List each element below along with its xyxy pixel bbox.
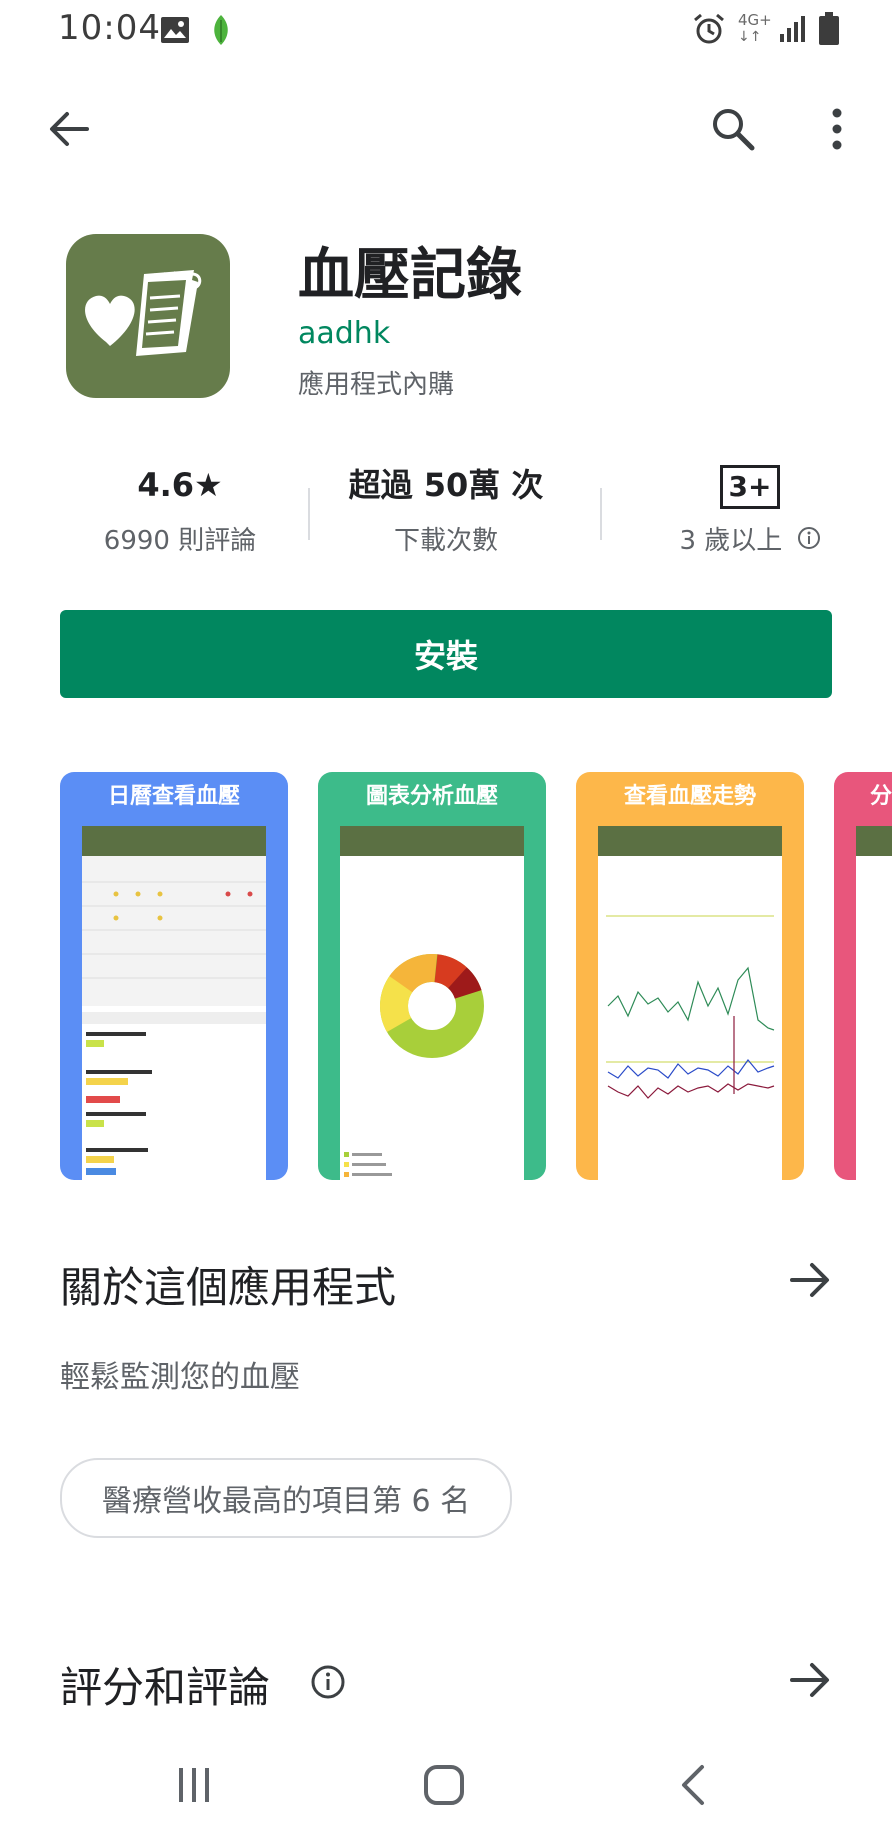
screenshot-screen: [340, 826, 524, 1180]
ratings-title: 評分和評論: [60, 1663, 271, 1712]
about-description: 輕鬆監測您的血壓: [60, 1360, 300, 1395]
battery-icon: [818, 12, 840, 50]
back-arrow-icon: [50, 112, 89, 146]
rating-stat[interactable]: 4.6★ 6990 則評論: [60, 460, 300, 557]
screenshot-screen: [598, 826, 782, 1180]
downloads-value: 超過 50萬 次: [348, 466, 544, 504]
downloads-stat: 超過 50萬 次 下載次數: [326, 460, 566, 557]
stat-divider: [600, 488, 602, 540]
image-icon: [160, 16, 190, 48]
screenshot-screen: [82, 826, 266, 1180]
nav-back-button[interactable]: [654, 1750, 734, 1820]
stat-divider: [308, 488, 310, 540]
alarm-icon: [692, 12, 726, 50]
toolbar: [0, 84, 892, 174]
search-icon: [713, 109, 755, 151]
age-rating-badge: 3+: [719, 465, 781, 509]
recents-icon: [179, 1768, 209, 1802]
arrow-right-icon[interactable]: [788, 1658, 832, 1706]
age-rating-stat[interactable]: 3+ 3 歲以上: [630, 460, 870, 557]
network-icon: 4G+ ↓↑: [738, 11, 772, 45]
app-icon[interactable]: [66, 234, 230, 398]
screenshot-2[interactable]: 圖表分析血壓: [318, 772, 546, 1180]
screenshot-carousel[interactable]: 日曆查看血壓 圖表分析血壓 查看血壓走勢 分: [60, 772, 892, 1182]
status-bar: 10:04 4G+ ↓↑: [0, 0, 892, 64]
review-count: 6990 則評論: [103, 526, 257, 556]
heart-notepad-icon: [85, 270, 202, 356]
info-icon[interactable]: [310, 1664, 346, 1704]
system-nav-bar: [0, 1730, 892, 1834]
line-chart-preview: [606, 915, 775, 1099]
more-vert-icon: [832, 108, 842, 150]
stats-row: 4.6★ 6990 則評論 超過 50萬 次 下載次數 3+ 3 歲以上: [60, 460, 832, 570]
ratings-section-header[interactable]: 評分和評論: [60, 1654, 832, 1714]
leaf-icon: [208, 14, 234, 50]
arrow-right-icon[interactable]: [788, 1258, 832, 1306]
about-title: 關於這個應用程式: [60, 1263, 397, 1312]
downloads-label: 下載次數: [393, 526, 498, 556]
in-app-purchases-label: 應用程式內購: [298, 370, 455, 400]
donut-chart-preview: [344, 953, 484, 1177]
signal-icon: [778, 14, 808, 48]
app-title: 血壓記錄: [298, 243, 522, 308]
screenshot-1[interactable]: 日曆查看血壓: [60, 772, 288, 1180]
info-icon[interactable]: [797, 526, 821, 557]
developer-link[interactable]: aadhk: [298, 316, 390, 351]
app-header: 血壓記錄 aadhk 應用程式內購: [0, 230, 892, 410]
screenshot-title: 查看血壓走勢: [623, 784, 756, 809]
screenshot-3[interactable]: 查看血壓走勢: [576, 772, 804, 1180]
star-icon: ★: [194, 466, 223, 504]
calendar-preview: [82, 856, 266, 1175]
nav-back-icon: [682, 1765, 704, 1805]
about-section-header[interactable]: 關於這個應用程式: [60, 1254, 832, 1314]
age-rating-label: 3 歲以上: [679, 526, 783, 556]
status-time: 10:04: [58, 8, 161, 48]
rating-value: 4.6: [137, 466, 194, 504]
screenshot-title: 圖表分析血壓: [365, 784, 498, 809]
category-rank-chip[interactable]: 醫療營收最高的項目第 6 名: [60, 1458, 513, 1538]
screenshot-title: 日曆查看血壓: [107, 784, 240, 809]
back-button[interactable]: [34, 94, 104, 164]
home-icon: [424, 1765, 464, 1805]
screenshot-title: 分: [870, 784, 892, 809]
home-button[interactable]: [404, 1750, 484, 1820]
search-button[interactable]: [698, 94, 768, 164]
screenshot-4[interactable]: 分: [834, 772, 892, 1180]
screenshot-screen: [856, 826, 892, 1180]
recents-button[interactable]: [154, 1750, 234, 1820]
network-label: 4G+: [738, 11, 772, 29]
install-button[interactable]: 安裝: [60, 610, 832, 698]
more-options-button[interactable]: [802, 94, 872, 164]
